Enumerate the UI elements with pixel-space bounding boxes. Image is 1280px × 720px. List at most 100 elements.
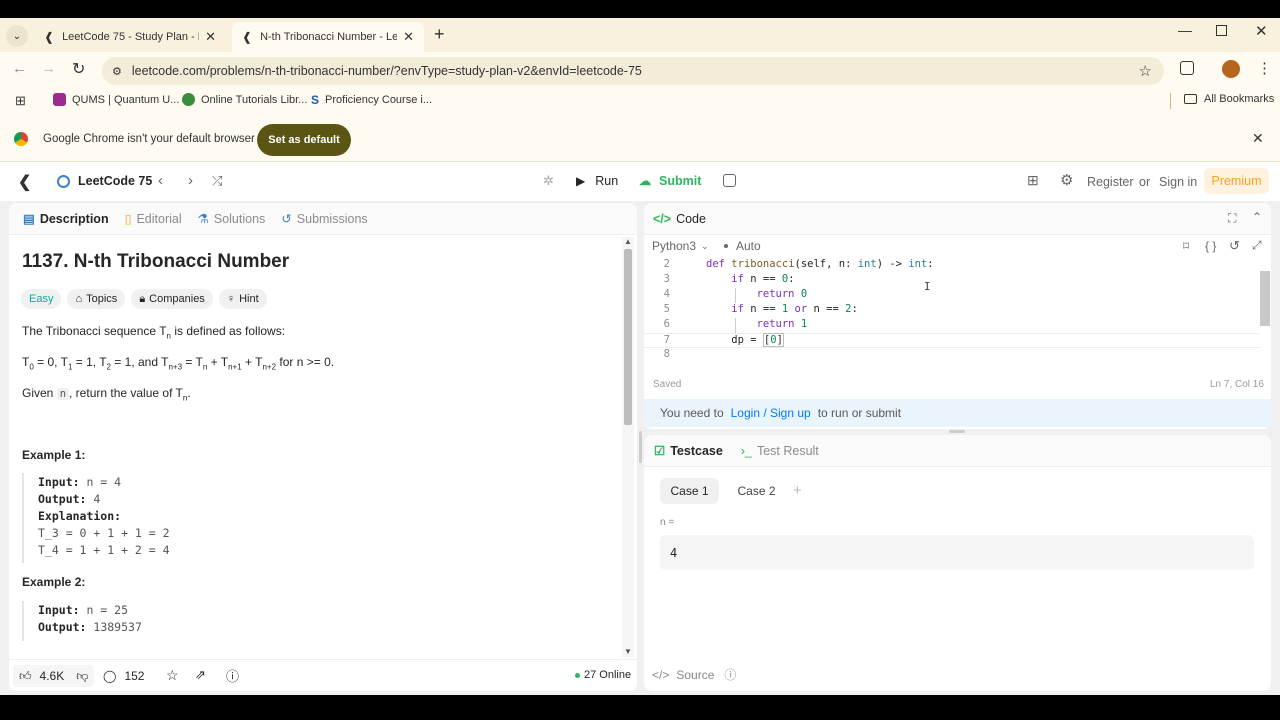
editor-scrollbar-thumb[interactable]: [1260, 271, 1270, 326]
login-prompt: You need to Login / Sign up to run or su…: [644, 399, 1271, 427]
tab-editorial[interactable]: ▯ Editorial: [125, 211, 182, 227]
minimize-icon[interactable]: —: [1178, 22, 1192, 38]
share-icon[interactable]: ⇗: [195, 667, 206, 683]
back-icon[interactable]: ←: [12, 60, 27, 77]
language-select[interactable]: Python3 ⌄: [652, 239, 709, 253]
login-signup-link[interactable]: Login / Sign up: [731, 406, 811, 420]
tag-icon: ⌂: [75, 293, 83, 305]
code-line: 4 return 0: [663, 288, 808, 300]
close-tab-icon[interactable]: ✕: [205, 29, 216, 45]
leetcode-logo-icon[interactable]: ❮: [18, 172, 31, 192]
code-editor[interactable]: 2 def tribonacci(self, n: int) -> int: 3 …: [644, 258, 1259, 363]
like-button[interactable]: 👍︎ 4.6K 👎︎: [13, 665, 95, 687]
example-2-title: Example 2:: [22, 575, 86, 589]
fullscreen-icon[interactable]: ⤢: [1252, 238, 1262, 253]
profile-avatar[interactable]: [1222, 60, 1240, 78]
browser-tab-bar: ⌄ ❰ LeetCode 75 - Study Plan - LeetC ✕ ❰…: [0, 18, 1280, 52]
format-braces-icon[interactable]: { }: [1205, 239, 1216, 253]
scrollbar-thumb[interactable]: [624, 249, 632, 425]
maximize-icon[interactable]: ⛶: [1228, 211, 1236, 226]
vertical-resize-handle[interactable]: [639, 431, 642, 463]
site-info-icon[interactable]: ⚙: [112, 65, 122, 78]
reset-icon[interactable]: ↺: [1229, 238, 1240, 254]
comments-button[interactable]: ◯ 152: [103, 669, 144, 683]
more-menu-icon[interactable]: ⋮: [1257, 59, 1272, 77]
example-1-expl-label: Explanation:: [38, 509, 122, 523]
topics-pill[interactable]: ⌂ Topics: [67, 289, 126, 309]
given-part: .: [187, 386, 191, 400]
code-tab[interactable]: </> Code: [653, 212, 706, 226]
tab-tribonacci[interactable]: ❰ N-th Tribonacci Number - LeetC ✕: [232, 22, 424, 52]
new-tab-icon[interactable]: +: [434, 24, 445, 45]
code-panel-header: </> Code ⛶ ⌃: [644, 203, 1271, 235]
code-line-active: 7 dp = [0]: [644, 333, 1259, 348]
tab-testcase[interactable]: ☑ Testcase: [654, 443, 723, 459]
auto-format-toggle[interactable]: Auto: [724, 239, 761, 253]
url-text: leetcode.com/problems/n-th-tribonacci-nu…: [131, 64, 642, 78]
description-footer: 👍︎ 4.6K 👎︎ ◯ 152 ☆ ⇗ ⓘ 27 Online: [9, 659, 637, 691]
next-problem-icon[interactable]: ›: [188, 172, 193, 189]
output-label: Output:: [38, 492, 87, 506]
variable-input[interactable]: 4: [660, 535, 1254, 570]
collapse-icon[interactable]: ⌃: [1252, 210, 1262, 224]
notes-icon[interactable]: [723, 174, 736, 187]
run-button[interactable]: ▶ Run: [576, 174, 618, 188]
source-button[interactable]: </> Source ⓘ: [652, 666, 736, 683]
premium-button[interactable]: Premium: [1204, 168, 1269, 194]
code-line: 3 if n == 0:: [663, 273, 795, 285]
tab-submissions[interactable]: ↺ Submissions: [281, 211, 367, 227]
tab-study-plan[interactable]: ❰ LeetCode 75 - Study Plan - LeetC ✕: [34, 22, 226, 52]
tab-test-result[interactable]: ›_ Test Result: [741, 444, 819, 458]
help-icon[interactable]: ⓘ: [226, 666, 239, 685]
case-2-button[interactable]: Case 2: [727, 478, 786, 504]
tab-search-button[interactable]: ⌄: [6, 25, 28, 47]
panel-resize-handle[interactable]: [949, 430, 965, 433]
thumbs-down-icon[interactable]: 👎︎: [76, 669, 88, 684]
prev-problem-icon[interactable]: ‹: [158, 172, 163, 189]
problem-list-button[interactable]: LeetCode 75: [57, 174, 152, 188]
companies-pill[interactable]: 🔒︎ Companies: [131, 289, 213, 309]
extensions-icon[interactable]: [1180, 61, 1194, 75]
case-1-button[interactable]: Case 1: [660, 478, 719, 504]
bookmark-icon[interactable]: ⌑: [1183, 239, 1189, 253]
shuffle-icon[interactable]: ⤮: [212, 173, 222, 189]
sign-in-link[interactable]: Sign in: [1159, 175, 1197, 189]
all-bookmarks[interactable]: All Bookmarks: [1184, 93, 1274, 105]
tab-solutions[interactable]: ⚗ Solutions: [198, 211, 266, 227]
lock-icon: 🔒︎: [139, 292, 146, 305]
bookmark-tutorials[interactable]: Online Tutorials Libr...: [182, 93, 307, 106]
settings-gear-icon[interactable]: ⚙: [1060, 171, 1073, 189]
bookmark-proficiency[interactable]: S Proficiency Course i...: [311, 93, 432, 107]
saved-status: Saved: [653, 379, 682, 390]
scrollbar-up-arrow[interactable]: ▲: [624, 237, 632, 246]
description-scrollbar[interactable]: ▲ ▼: [622, 237, 634, 657]
login-prompt-text: to run or submit: [817, 406, 902, 420]
hint-pill[interactable]: ♀ Hint: [218, 289, 267, 309]
apps-grid-icon[interactable]: ⊞: [15, 93, 26, 109]
register-link[interactable]: Register: [1087, 175, 1134, 189]
forward-icon[interactable]: →: [41, 60, 56, 77]
output-value: 1389537: [93, 620, 142, 634]
inline-code: n: [56, 388, 70, 400]
help-icon[interactable]: ⓘ: [724, 666, 736, 683]
close-tab-icon[interactable]: ✕: [403, 29, 414, 45]
address-bar[interactable]: ⚙ leetcode.com/problems/n-th-tribonacci-…: [102, 57, 1164, 85]
scrollbar-down-arrow[interactable]: ▼: [624, 647, 632, 656]
star-icon[interactable]: ☆: [166, 667, 179, 684]
testcase-tabs: ☑ Testcase ›_ Test Result: [644, 435, 1271, 467]
reload-icon[interactable]: ↻: [72, 59, 85, 79]
add-case-icon[interactable]: +: [793, 482, 802, 499]
auto-label: Auto: [736, 239, 761, 253]
set-as-default-button[interactable]: Set as default: [257, 124, 351, 156]
close-window-icon[interactable]: ✕: [1255, 22, 1268, 40]
close-infobar-icon[interactable]: ✕: [1252, 130, 1264, 147]
tab-description[interactable]: ▤ Description: [23, 211, 109, 227]
description-icon: ▤: [23, 212, 35, 226]
submit-button[interactable]: ☁ Submit: [639, 174, 701, 188]
restore-icon[interactable]: [1216, 25, 1227, 36]
bookmark-qums[interactable]: QUMS | Quantum U...: [53, 93, 179, 106]
bookmark-star-icon[interactable]: ☆: [1139, 62, 1152, 80]
debug-icon[interactable]: ✲: [543, 173, 554, 189]
layout-icon[interactable]: ⊞: [1027, 172, 1039, 189]
tab-label: Editorial: [136, 211, 182, 226]
